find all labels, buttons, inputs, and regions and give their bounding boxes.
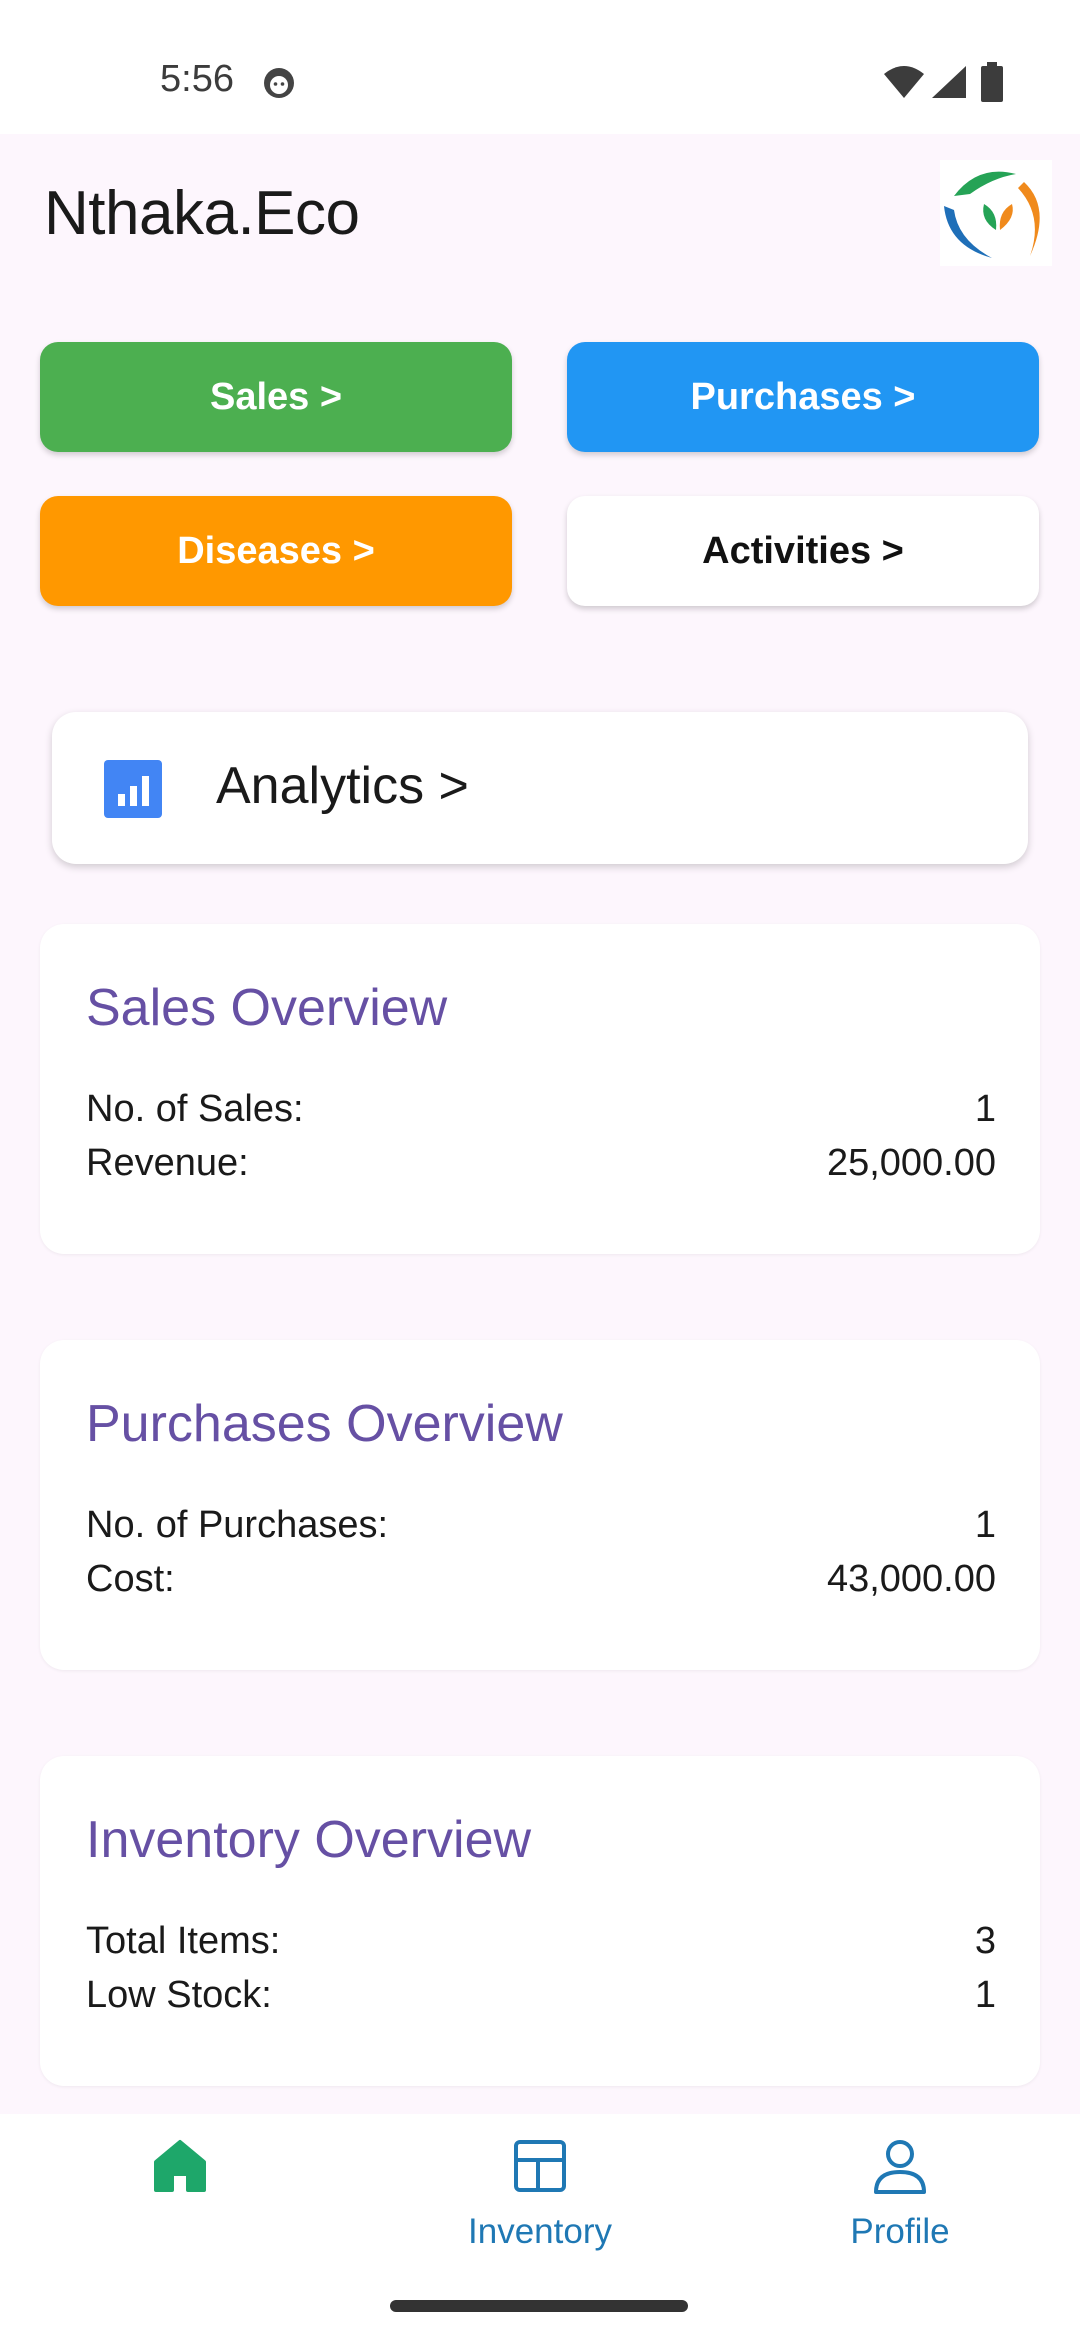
purchases-count-value: 1 (974, 1504, 996, 1546)
leaf-logo-icon (940, 160, 1052, 266)
purchases-overview-title: Purchases Overview (86, 1395, 563, 1453)
analytics-button[interactable]: Analytics > (52, 712, 1028, 864)
low-stock-label: Low Stock: (86, 1974, 272, 2016)
profile-icon (874, 2140, 926, 2194)
activities-button[interactable]: Activities > (567, 496, 1039, 606)
total-items-label: Total Items: (86, 1920, 281, 1962)
app-title: Nthaka.Eco (44, 179, 360, 248)
nav-inventory-label: Inventory (468, 2212, 612, 2251)
bar-chart-icon (104, 760, 162, 818)
sales-count-label: No. of Sales: (86, 1088, 304, 1130)
battery-icon (981, 62, 1003, 102)
bottom-nav: Inventory Profile (0, 2114, 1080, 2340)
sales-button[interactable]: Sales > (40, 342, 512, 452)
total-items-value: 3 (974, 1920, 996, 1962)
diseases-button[interactable]: Diseases > (40, 496, 512, 606)
revenue-row: Revenue: 25,000.00 (86, 1142, 996, 1185)
nav-profile-label: Profile (850, 2212, 950, 2251)
sales-overview-card: Sales Overview No. of Sales: 1 Revenue: … (40, 924, 1040, 1254)
face-icon (264, 68, 294, 98)
purchases-count-label: No. of Purchases: (86, 1504, 389, 1546)
analytics-label: Analytics > (216, 757, 469, 815)
sales-count-value: 1 (974, 1088, 996, 1130)
nav-inventory[interactable]: Inventory (360, 2114, 720, 2304)
signal-icon (932, 66, 966, 98)
low-stock-row: Low Stock: 1 (86, 1974, 996, 2017)
wifi-icon (884, 66, 924, 98)
revenue-value: 25,000.00 (826, 1142, 996, 1184)
cost-row: Cost: 43,000.00 (86, 1558, 996, 1601)
home-indicator[interactable] (390, 2300, 688, 2312)
low-stock-value: 1 (974, 1974, 996, 2016)
revenue-label: Revenue: (86, 1142, 249, 1184)
sales-count-row: No. of Sales: 1 (86, 1088, 996, 1131)
inventory-overview-card: Inventory Overview Total Items: 3 Low St… (40, 1756, 1040, 2086)
sales-overview-title: Sales Overview (86, 979, 448, 1037)
purchases-button[interactable]: Purchases > (567, 342, 1039, 452)
home-icon (154, 2140, 206, 2192)
cost-label: Cost: (86, 1558, 175, 1600)
home-screen: 5:56 Nthaka.Eco Sales > Purchases > Dise… (0, 0, 1080, 2340)
nav-profile[interactable]: Profile (720, 2114, 1080, 2304)
status-time: 5:56 (160, 58, 234, 100)
status-bar: 5:56 (0, 0, 1080, 134)
nav-home[interactable] (0, 2114, 360, 2304)
total-items-row: Total Items: 3 (86, 1920, 996, 1963)
inventory-grid-icon (514, 2140, 566, 2192)
inventory-overview-title: Inventory Overview (86, 1811, 532, 1869)
purchases-overview-card: Purchases Overview No. of Purchases: 1 C… (40, 1340, 1040, 1670)
purchases-count-row: No. of Purchases: 1 (86, 1504, 996, 1547)
cost-value: 43,000.00 (826, 1558, 996, 1600)
